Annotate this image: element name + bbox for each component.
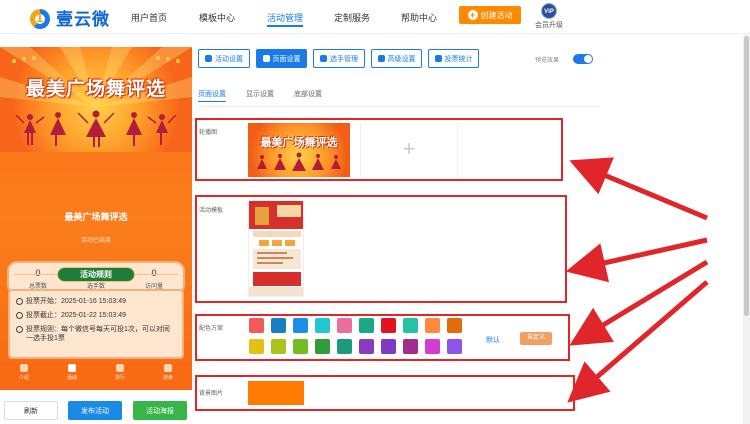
color-swatch[interactable] [359, 339, 374, 354]
carousel-dancers-graphic [257, 152, 341, 171]
page: 1 壹云微 用户首页 模板中心 活动管理 定制服务 帮助中心 + 创建活动 VI… [0, 0, 750, 424]
color-swatch[interactable] [249, 339, 264, 354]
vote-statistics-button[interactable]: 投票统计 [428, 49, 479, 68]
color-swatch[interactable] [337, 339, 352, 354]
brand-name: 壹云微 [56, 10, 110, 29]
info-vote-rule: 投票规则：每个微信号每天可投1次，可以对同一选手投1票 [16, 325, 176, 343]
color-swatch[interactable] [359, 318, 374, 333]
custom-color-button[interactable]: 自定义 [520, 332, 552, 345]
info-vote-end: 投票截止：2025-01-22 15:03:49 [16, 311, 176, 320]
ranking-icon [116, 364, 124, 372]
plus-icon: + [402, 136, 416, 161]
activity-info-card: 投票开始：2025-01-16 15:03:49 投票截止：2025-01-22… [8, 289, 184, 359]
stat-total-votes: 0 总票数 [28, 268, 47, 290]
subtab-display-settings[interactable]: 显示设置 [246, 89, 274, 99]
page-scrollbar[interactable] [743, 34, 750, 424]
carousel-label: 轮播图 [199, 130, 218, 136]
gift-icon [68, 364, 76, 372]
default-color-link[interactable]: 默认 [486, 335, 500, 345]
color-swatch[interactable] [403, 318, 418, 333]
top-navbar: 1 壹云微 用户首页 模板中心 活动管理 定制服务 帮助中心 + 创建活动 VI… [0, 0, 750, 34]
bar-chart-icon [434, 55, 442, 62]
nav-item-activity-management[interactable]: 活动管理 [267, 11, 304, 27]
color-swatch[interactable] [425, 339, 440, 354]
gear-icon [262, 55, 270, 62]
tab-intro[interactable]: 介绍 [8, 364, 40, 381]
clock-icon [16, 312, 23, 319]
users-icon [320, 55, 327, 62]
nav-item-help-center[interactable]: 帮助中心 [401, 11, 437, 24]
nav-item-templates[interactable]: 模板中心 [199, 11, 235, 24]
activity-settings-button[interactable]: 活动设置 [198, 49, 250, 68]
color-swatch[interactable] [249, 318, 264, 333]
vip-icon: VIP [541, 3, 557, 19]
color-swatch[interactable] [425, 318, 440, 333]
background-image-label: 背景图片 [199, 391, 224, 397]
vip-upgrade-label: 会员升级 [535, 22, 563, 29]
clock-icon [16, 326, 23, 333]
color-swatch[interactable] [271, 339, 286, 354]
template-thumbnail[interactable] [248, 200, 304, 297]
stat-visits: 0 访问量 [144, 268, 163, 290]
tab-activity[interactable]: 活动 [56, 364, 88, 381]
color-swatch[interactable] [315, 339, 330, 354]
tab-search[interactable]: 搜索 [152, 364, 184, 381]
settings-icon [205, 55, 212, 62]
color-swatch[interactable] [271, 318, 286, 333]
create-activity-button[interactable]: + 创建活动 [459, 6, 521, 24]
template-label: 活动模板 [199, 208, 224, 214]
nav-item-user-home[interactable]: 用户首页 [131, 11, 167, 24]
banner-title: 最美广场舞评选 [25, 79, 166, 100]
publish-activity-button[interactable]: 发布活动 [68, 401, 122, 420]
color-scheme-label: 配色方案 [199, 326, 224, 332]
color-swatch[interactable] [381, 318, 396, 333]
color-swatch[interactable] [293, 318, 308, 333]
activity-rules-button[interactable]: 活动规则 [57, 267, 135, 282]
background-image-swatch[interactable] [248, 381, 304, 405]
clock-icon [16, 298, 23, 305]
color-swatch[interactable] [381, 339, 396, 354]
sliders-icon [377, 55, 385, 62]
search-icon [164, 364, 172, 372]
advanced-settings-button[interactable]: 高级设置 [371, 49, 422, 68]
activity-status: 活动已结束 [80, 238, 111, 244]
vip-upgrade[interactable]: VIP 会员升级 [533, 3, 565, 30]
dancers-silhouette-icon [15, 110, 177, 147]
nav-item-custom-service[interactable]: 定制服务 [334, 11, 370, 24]
color-swatch[interactable] [447, 339, 462, 354]
subtab-footer-settings[interactable]: 底部设置 [294, 89, 322, 99]
contestant-management-button[interactable]: 选手管理 [313, 49, 365, 68]
tab-ranking[interactable]: 排行 [104, 364, 136, 381]
add-carousel-image-button[interactable]: + [360, 123, 458, 177]
carousel-image[interactable]: 最美广场舞评选 [248, 123, 350, 177]
preview-effect-toggle[interactable] [573, 54, 593, 64]
refresh-button[interactable]: 刷新 [4, 401, 58, 420]
mobile-preview: 最美广场舞评选 最美广场舞评选 活动已结束 0 总票数 选手数 0 访问量 活动… [0, 47, 192, 390]
color-swatch[interactable] [315, 318, 330, 333]
activity-title: 最美广场舞评选 [64, 212, 128, 222]
preview-banner: 最美广场舞评选 [0, 47, 192, 152]
info-vote-start: 投票开始：2025-01-16 15:03:49 [16, 297, 176, 306]
activity-poster-button[interactable]: 活动海报 [133, 401, 187, 420]
preview-tabbar: 介绍 活动 排行 搜索 [0, 362, 192, 384]
brand-logo[interactable]: 1 壹云微 [30, 5, 110, 30]
scrollbar-thumb[interactable] [744, 36, 749, 316]
subtab-page-settings[interactable]: 页面设置 [198, 89, 226, 102]
create-activity-label: 创建活动 [480, 10, 513, 20]
template-preview-graphic [249, 201, 303, 296]
page-settings-button[interactable]: 页面设置 [256, 49, 307, 68]
color-swatch[interactable] [447, 318, 462, 333]
color-swatch[interactable] [293, 339, 308, 354]
plus-circle-icon: + [467, 10, 478, 20]
subtab-divider [198, 106, 600, 107]
color-swatch[interactable] [403, 339, 418, 354]
carousel-image-title: 最美广场舞评选 [260, 137, 338, 149]
color-swatch[interactable] [337, 318, 352, 333]
logo-icon: 1 [30, 7, 52, 29]
home-icon [20, 364, 28, 372]
preview-effect-label: 预览效果 [535, 58, 560, 64]
